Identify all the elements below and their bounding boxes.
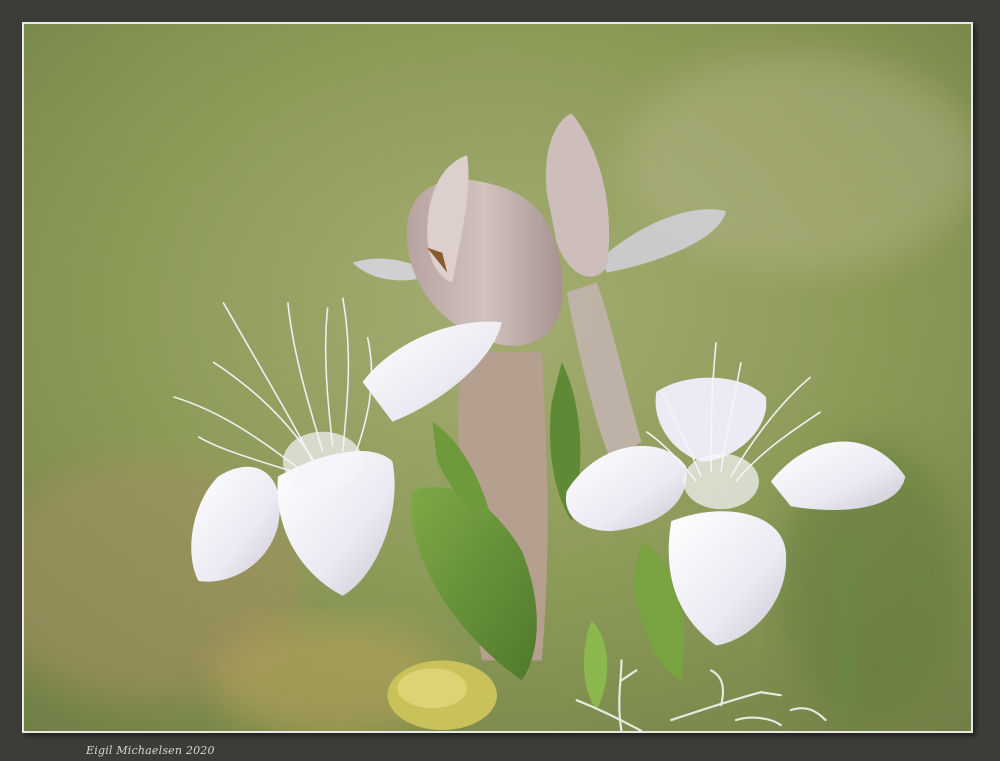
photo-frame <box>22 22 973 733</box>
flower-photo <box>24 24 971 731</box>
photographer-signature: Eigil Michaelsen 2020 <box>86 744 215 757</box>
